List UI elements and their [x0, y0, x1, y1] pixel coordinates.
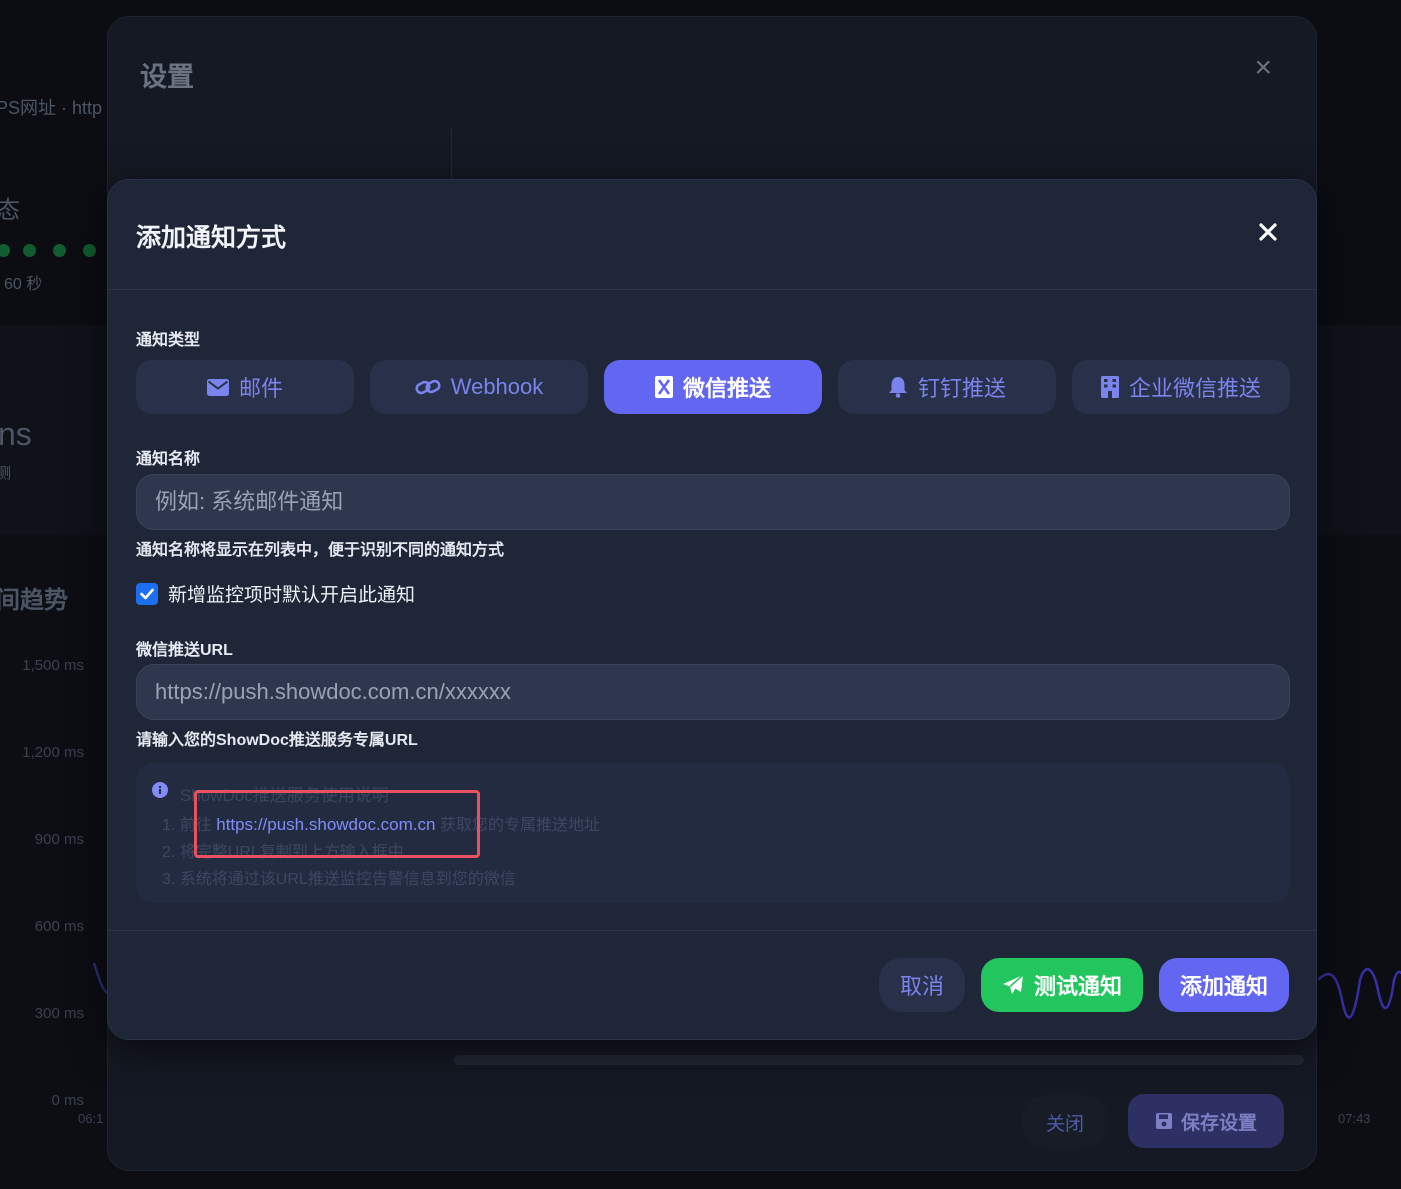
add-notification-modal: 添加通知方式 通知类型 邮件 Webhook 微信推送 钉钉推送 企业微信推送 …	[107, 179, 1317, 1040]
settings-save-label: 保存设置	[1180, 1112, 1257, 1134]
wechat-url-label: 微信推送URL	[136, 642, 233, 659]
info-step-3: 3. 系统将通过该URL推送监控告警信息到您的微信	[162, 871, 516, 888]
type-button-wecom[interactable]: 企业微信推送	[1072, 360, 1290, 414]
bg-ms-fragment: ns	[0, 416, 32, 452]
bg-y-tick: 600 ms	[34, 918, 84, 935]
bg-url-fragment: PS网址 · http	[0, 98, 103, 118]
settings-scrollbar[interactable]	[454, 1055, 1304, 1065]
type-button-label: 企业微信推送	[1128, 376, 1261, 401]
modal-header: 添加通知方式	[108, 180, 1316, 290]
settings-save-button[interactable]: 保存设置	[1128, 1094, 1284, 1148]
bg-y-tick: 1,200 ms	[22, 744, 84, 761]
notification-type-label: 通知类型	[136, 332, 201, 349]
type-button-label: 钉钉推送	[917, 376, 1006, 401]
envelope-icon	[206, 378, 229, 396]
type-button-webhook[interactable]: Webhook	[370, 360, 588, 414]
bg-status-dot	[23, 244, 36, 257]
wechat-icon	[654, 376, 673, 398]
checkmark-icon	[140, 588, 154, 599]
info-icon	[152, 782, 168, 798]
notification-name-hint: 通知名称将显示在列表中，便于识别不同的通知方式	[136, 542, 505, 559]
default-enable-row: 新增监控项时默认开启此通知	[136, 580, 415, 607]
bg-chart-line	[1318, 967, 1401, 1019]
cancel-button[interactable]: 取消	[879, 958, 965, 1012]
modal-title: 添加通知方式	[136, 224, 287, 252]
settings-title: 设置	[140, 62, 194, 92]
wechat-url-input[interactable]	[136, 664, 1290, 720]
type-button-wechat[interactable]: 微信推送	[604, 360, 822, 414]
wechat-url-hint: 请输入您的ShowDoc推送服务专属URL	[136, 732, 418, 749]
bg-y-tick: 900 ms	[34, 831, 84, 848]
bg-status-heading: 态	[0, 197, 20, 224]
link-icon	[415, 379, 441, 395]
close-icon[interactable]	[1254, 218, 1282, 246]
highlight-annotation-box	[194, 790, 480, 858]
test-notification-label: 测试通知	[1033, 974, 1122, 999]
notification-name-input[interactable]	[136, 474, 1290, 530]
default-enable-checkbox[interactable]	[136, 582, 158, 605]
default-enable-label: 新增监控项时默认开启此通知	[168, 585, 416, 606]
usage-info-box: ShowDoc推送服务使用说明 1. 前往 https://push.showd…	[136, 763, 1290, 903]
bell-icon	[888, 377, 907, 398]
type-button-label: Webhook	[450, 374, 544, 399]
test-notification-button[interactable]: 测试通知	[981, 958, 1143, 1012]
add-notification-button[interactable]: 添加通知	[1159, 958, 1289, 1012]
bg-y-tick: 0 ms	[51, 1092, 84, 1109]
floppy-disk-icon	[1155, 1113, 1172, 1129]
type-button-label: 微信推送	[682, 376, 771, 401]
paper-plane-icon	[1002, 974, 1024, 994]
building-icon	[1100, 376, 1119, 398]
notification-type-selector: 邮件 Webhook 微信推送 钉钉推送 企业微信推送	[136, 360, 1290, 414]
bg-x-tick: 07:43	[1338, 1111, 1371, 1126]
type-button-email[interactable]: 邮件	[136, 360, 354, 414]
type-button-dingtalk[interactable]: 钉钉推送	[838, 360, 1056, 414]
bg-status-dot	[53, 244, 66, 257]
modal-footer-divider	[108, 930, 1316, 931]
bg-detect-fragment: 测	[0, 465, 12, 482]
notification-name-label: 通知名称	[136, 451, 201, 468]
settings-close-icon[interactable]: ×	[1254, 53, 1272, 83]
settings-close-button[interactable]: 关闭	[1021, 1095, 1109, 1149]
bg-trend-heading: 间趋势	[0, 587, 68, 614]
bg-status-dot	[83, 244, 96, 257]
bg-x-tick: 06:1	[78, 1111, 104, 1126]
bg-y-tick: 300 ms	[34, 1005, 84, 1022]
bg-interval: 60 秒	[4, 276, 43, 293]
bg-y-tick: 1,500 ms	[22, 657, 84, 674]
type-button-label: 邮件	[238, 376, 283, 401]
